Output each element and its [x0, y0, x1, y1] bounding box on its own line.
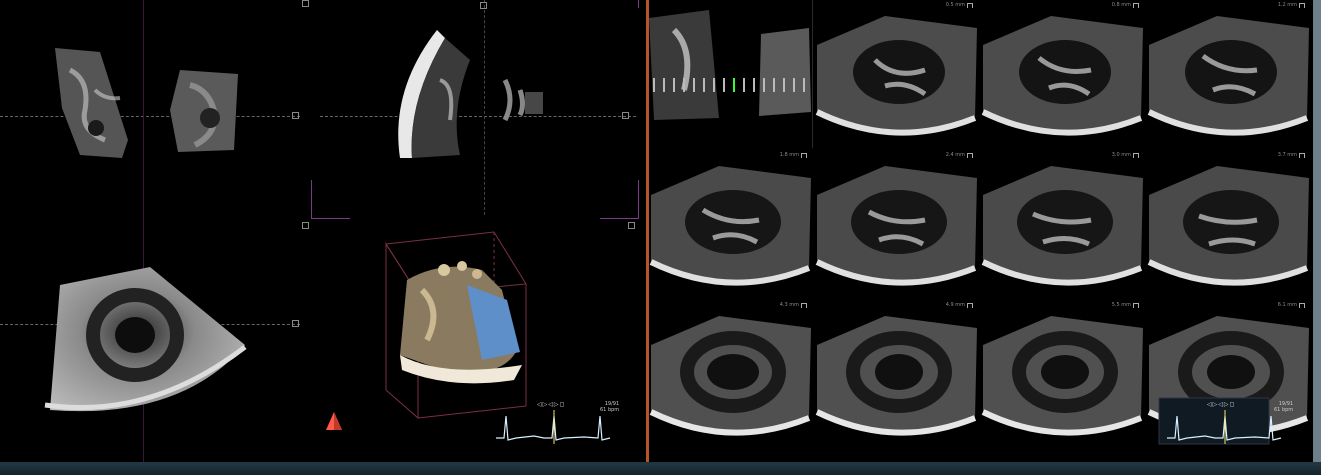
slice-tile[interactable]: 4.9 mm [815, 300, 979, 448]
slice-depth-label: 0.8 mm [1111, 2, 1131, 8]
slice-image [1147, 16, 1309, 136]
playback-controls-icon[interactable]: ◁▷◁▷◻ [1207, 401, 1235, 408]
slice-tile[interactable] [649, 0, 813, 148]
slice-marker [1133, 3, 1139, 8]
corner-marker [302, 222, 309, 229]
slice-image [981, 16, 1143, 136]
slice-marker [967, 3, 973, 8]
slice-depth-label: 3.0 mm [1111, 152, 1131, 158]
corner-marker [302, 0, 309, 7]
slice-image [649, 0, 813, 148]
slice-marker [1299, 303, 1305, 308]
slice-tile[interactable]: 4.3 mm [649, 300, 813, 448]
ultrasound-plane-c-image[interactable] [40, 255, 260, 425]
slice-marker [1299, 153, 1305, 158]
slice-marker [967, 153, 973, 158]
slice-depth-label: 3.7 mm [1277, 152, 1297, 158]
slice-image [815, 16, 977, 136]
ultrasound-plane-b-image[interactable] [320, 0, 640, 200]
slice-image [649, 166, 811, 286]
slice-marker [801, 303, 807, 308]
window-edge [1313, 0, 1321, 462]
multiplanar-view-pane[interactable]: ◁▷◁▷◻ 19/91 61 bpm [0, 0, 646, 462]
ultrasound-screen: ◁▷◁▷◻ 19/91 61 bpm 0.5 mm 0.8 mm 1.2 mm … [0, 0, 1321, 462]
slice-depth-label: 6.1 mm [1277, 302, 1297, 308]
ecg-trace [496, 410, 611, 444]
slice-image [815, 316, 977, 436]
slice-depth-label: 1.2 mm [1277, 2, 1297, 8]
slice-depth-label: 1.8 mm [779, 152, 799, 158]
slice-image [815, 166, 977, 286]
slice-tile[interactable]: 1.2 mm [1147, 0, 1311, 148]
slice-tile[interactable]: 1.8 mm [649, 150, 813, 298]
slice-image [981, 166, 1143, 286]
slice-marker [1299, 3, 1305, 8]
slice-tile[interactable]: 2.4 mm [815, 150, 979, 298]
slice-depth-label: 2.4 mm [945, 152, 965, 158]
slice-tile[interactable]: 0.8 mm [981, 0, 1145, 148]
slice-tile[interactable]: 5.5 mm [981, 300, 1145, 448]
pyramid-orientation-icon [326, 412, 342, 430]
slice-marker [801, 153, 807, 158]
slice-depth-label: 5.5 mm [1111, 302, 1131, 308]
ecg-trace [1167, 410, 1282, 444]
center-marker [292, 320, 299, 327]
corner-marker [628, 222, 635, 229]
slice-tile[interactable]: 0.5 mm [815, 0, 979, 148]
slice-depth-label: 4.3 mm [779, 302, 799, 308]
slice-marker [1133, 303, 1139, 308]
slice-image [649, 316, 811, 436]
taskbar-strip [0, 462, 1321, 475]
slice-marker [1133, 153, 1139, 158]
slice-depth-label: 0.5 mm [945, 2, 965, 8]
slice-marker [967, 303, 973, 308]
volume-render-3d[interactable] [382, 230, 532, 420]
playback-controls-icon[interactable]: ◁▷◁▷◻ [537, 401, 565, 408]
slice-tile[interactable]: 3.0 mm [981, 150, 1145, 298]
slice-image [1147, 166, 1309, 286]
slice-image [981, 316, 1143, 436]
slice-tile[interactable]: 3.7 mm [1147, 150, 1311, 298]
slice-depth-label: 4.9 mm [945, 302, 965, 308]
ultrasound-plane-a-image[interactable] [0, 0, 300, 230]
tomographic-slice-grid[interactable]: 0.5 mm 0.8 mm 1.2 mm 1.8 mm 2.4 mm 3.0 m… [649, 0, 1313, 462]
